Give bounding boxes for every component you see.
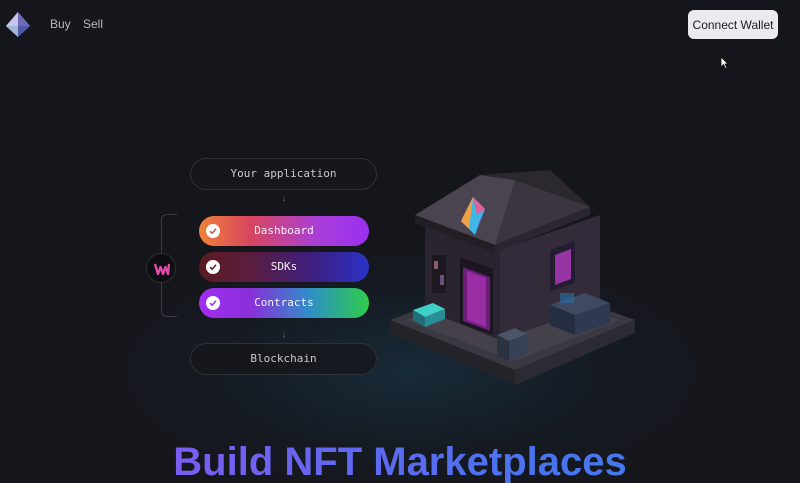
arrow-down-icon: ↓ xyxy=(281,193,287,203)
feature-label: Dashboard xyxy=(254,224,314,237)
arrow-down-icon: ↓ xyxy=(281,329,287,339)
connect-wallet-button[interactable]: Connect Wallet xyxy=(688,10,778,39)
mouse-cursor-icon xyxy=(720,56,729,70)
brand-logo-icon xyxy=(146,253,176,283)
feature-dashboard: Dashboard xyxy=(199,216,369,246)
prism-logo-icon[interactable] xyxy=(5,11,31,38)
hero-headline: Build NFT Marketplaces xyxy=(0,440,800,483)
nav-link-buy[interactable]: Buy xyxy=(50,17,71,31)
feature-contracts: Contracts xyxy=(199,288,369,318)
blockchain-pill: Blockchain xyxy=(190,343,377,375)
feature-label: SDKs xyxy=(270,260,298,273)
feature-sdks: SDKs xyxy=(199,252,369,282)
top-nav: Buy Sell Connect Wallet xyxy=(0,0,800,50)
nav-link-sell[interactable]: Sell xyxy=(83,17,103,31)
your-application-pill: Your application xyxy=(190,158,377,190)
isometric-store-illustration xyxy=(385,135,640,395)
feature-label: Contracts xyxy=(254,296,314,309)
